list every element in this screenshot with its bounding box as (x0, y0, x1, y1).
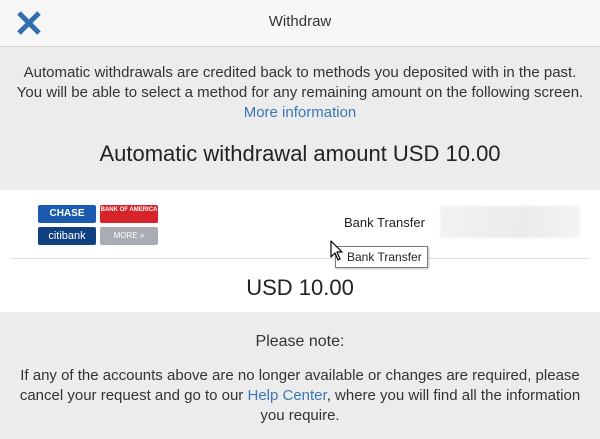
note-text: If any of the accounts above are no long… (10, 366, 590, 426)
bank-logos: CHASE BANK OF AMERICA citibank MORE » (38, 205, 162, 247)
withdrawal-info: Automatic withdrawals are credited back … (10, 63, 590, 123)
bank-transfer-tooltip: Bank Transfer (335, 246, 428, 268)
account-details-redacted (440, 206, 580, 238)
more-information-link[interactable]: More information (244, 104, 357, 121)
bank-transfer-method-row[interactable]: CHASE BANK OF AMERICA citibank MORE » Ba… (0, 190, 600, 258)
mouse-cursor-icon (330, 240, 343, 261)
header: Withdraw (0, 0, 600, 47)
page-title: Withdraw (268, 13, 332, 30)
withdrawal-info-text: Automatic withdrawals are credited back … (16, 64, 584, 101)
automatic-withdrawal-amount: Automatic withdrawal amount USD 10.00 (99, 141, 501, 166)
note-title: Please note: (255, 333, 345, 350)
bank-transfer-label: Bank Transfer (344, 215, 425, 230)
chase-logo: CHASE (38, 205, 96, 223)
citibank-logo: citibank (38, 227, 96, 245)
more-banks-logo: MORE » (100, 227, 158, 245)
bank-of-america-logo: BANK OF AMERICA (100, 205, 158, 223)
method-withdrawal-amount: USD 10.00 (246, 275, 354, 300)
divider (10, 258, 590, 259)
help-center-link[interactable]: Help Center (247, 387, 326, 404)
